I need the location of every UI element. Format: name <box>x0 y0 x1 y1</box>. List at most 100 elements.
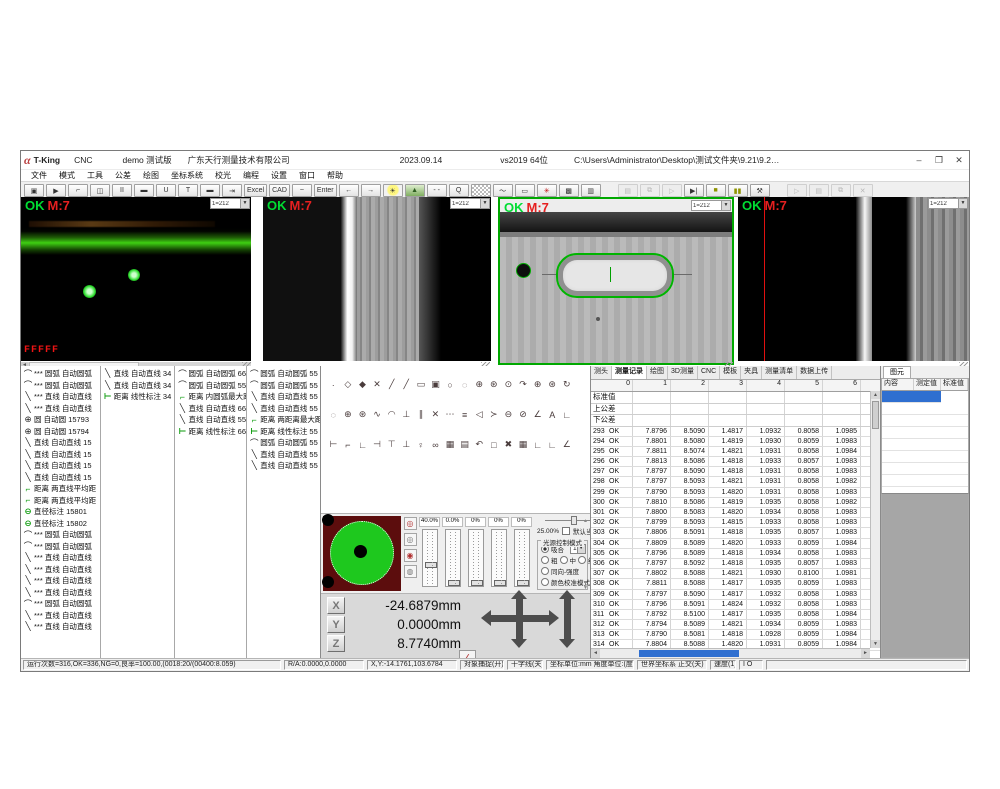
tab-elements[interactable]: 图元 <box>883 366 911 378</box>
measure-item[interactable]: ╲直线 自动直线 15 <box>21 437 100 449</box>
tool-icon[interactable]: ⌐ <box>341 438 356 451</box>
table-row[interactable]: 293OK7.87968.50901.48171.09320.80581.098… <box>591 427 880 437</box>
tool-icon[interactable]: ⊤ <box>384 438 399 451</box>
tool-icon[interactable]: ∟ <box>355 438 370 451</box>
camera-view-4[interactable]: OKM:7 1=212▼ <box>738 197 969 361</box>
tool-icon[interactable]: ⊥ <box>399 408 414 421</box>
table-row[interactable]: 300OK7.88108.50861.48191.09350.80581.098… <box>591 498 880 508</box>
camera-view-2[interactable]: OKM:7 1=212▼ <box>263 197 491 361</box>
chart-button[interactable]: ▥ <box>581 184 601 197</box>
measure-item[interactable]: ⌐距离 两距离最大距 <box>247 414 320 426</box>
tool-icon[interactable]: ⋯ <box>443 408 458 421</box>
menu-item-9[interactable]: 设置 <box>265 170 293 181</box>
measure-item[interactable]: ╲直线 自动直线 55 <box>247 449 320 461</box>
tool-icon[interactable]: ∥ <box>414 408 429 421</box>
measure-item[interactable]: ╲*** 直线 自动直线 <box>21 621 100 633</box>
measure-item[interactable]: ╲直线 自动直线 34 <box>101 380 175 392</box>
wave-button[interactable]: 〜 <box>493 184 513 197</box>
options-scroll-arrows[interactable]: ▲▼ <box>582 518 589 591</box>
measure-item[interactable]: ⌒*** 圆弧 自动圆弧 <box>21 541 100 553</box>
menu-item-5[interactable]: 绘图 <box>137 170 165 181</box>
menu-item-1[interactable]: 文件 <box>25 170 53 181</box>
minimize-button[interactable]: – <box>909 155 929 165</box>
table-row[interactable]: 296OK7.88138.50861.48181.09330.80571.098… <box>591 457 880 467</box>
light-slider-thumb[interactable] <box>494 580 506 586</box>
measure-item[interactable]: ╲*** 直线 自动直线 <box>21 564 100 576</box>
measure-item[interactable]: ⌐距离 两直线平均距 <box>21 495 100 507</box>
dither-button[interactable]: ▩ <box>559 184 579 197</box>
measure-item[interactable]: ╲直线 自动直线 55 <box>247 391 320 403</box>
tab-9[interactable]: 数据上传 <box>797 366 832 379</box>
tool-icon[interactable]: ⊥ <box>399 438 414 451</box>
tool-icon[interactable]: ⊛ <box>487 378 502 391</box>
tool-icon[interactable]: ∿ <box>370 408 385 421</box>
measure-item[interactable]: ⌒*** 圆弧 自动圆弧 <box>21 598 100 610</box>
camera2-zoom-dropdown[interactable]: 1=212▼ <box>450 198 490 209</box>
table-row[interactable]: 309OK7.87978.50901.48171.09320.80581.098… <box>591 590 880 600</box>
table-row[interactable]: 305OK7.87968.50891.48181.09340.80581.098… <box>591 549 880 559</box>
menu-item-11[interactable]: 帮助 <box>321 170 349 181</box>
close-button[interactable]: ✕ <box>949 155 969 166</box>
tool-icon[interactable]: ↷ <box>516 378 531 391</box>
elements-empty-row[interactable] <box>882 427 968 439</box>
tool-icon[interactable]: ✕ <box>428 408 443 421</box>
image-mode-button[interactable]: ▲ <box>405 184 425 197</box>
menu-item-7[interactable]: 校光 <box>209 170 237 181</box>
measure-item[interactable]: ⊢距离 线性标注 55 <box>247 426 320 438</box>
restore-button[interactable]: ❐ <box>929 155 949 166</box>
excel-export-button[interactable]: Excel <box>244 184 267 197</box>
z-axis-button[interactable]: Z <box>327 635 345 652</box>
medium-radio[interactable] <box>560 556 568 564</box>
scroll-left-icon[interactable]: ◄ <box>591 649 600 658</box>
tool-icon[interactable]: ♀ <box>414 438 429 451</box>
tab-1[interactable]: 测头 <box>591 366 612 379</box>
tool-icon[interactable]: ⊢ <box>326 438 341 451</box>
measure-item[interactable]: ╲*** 直线 自动直线 <box>21 391 100 403</box>
tool-icon[interactable]: ▦ <box>516 438 531 451</box>
table-row[interactable]: 295OK7.88118.50741.48211.09310.80581.098… <box>591 447 880 457</box>
measure-item[interactable]: ⊖直径标注 15801 <box>21 506 100 518</box>
measure-item[interactable]: ╲直线 自动直线 34 <box>101 368 175 380</box>
dash-button[interactable]: - - <box>427 184 447 197</box>
table-row[interactable]: 304OK7.88098.50891.48201.09330.80591.098… <box>591 539 880 549</box>
tab-4[interactable]: 3D测量 <box>668 366 698 379</box>
tab-6[interactable]: 模板 <box>720 366 741 379</box>
menu-item-4[interactable]: 公差 <box>109 170 137 181</box>
light-slider-track[interactable] <box>445 529 461 587</box>
table-row[interactable]: 303OK7.88068.50911.48181.09350.80571.098… <box>591 528 880 538</box>
cad-export-button[interactable]: CAD <box>269 184 290 197</box>
tool-icon[interactable]: ∟ <box>545 438 560 451</box>
measure-item[interactable]: ⌒圆弧 自动圆弧 66 <box>175 368 246 380</box>
tool-icon[interactable]: ≡ <box>457 408 472 421</box>
table-row[interactable]: 301OK7.88008.50831.48201.09340.80581.098… <box>591 508 880 518</box>
measure-item[interactable]: ╲直线 自动直线 55 <box>247 403 320 415</box>
tool-icon[interactable]: ↻ <box>560 378 575 391</box>
direction-radio[interactable] <box>541 567 549 575</box>
measure-item[interactable]: ⊕圆 自动圆 15794 <box>21 426 100 438</box>
elements-empty-row[interactable] <box>882 475 968 487</box>
segment-light-icon[interactable]: ◉ <box>404 549 417 562</box>
elements-empty-row[interactable] <box>882 439 968 451</box>
tab-8[interactable]: 测量清单 <box>762 366 797 379</box>
measure-item[interactable]: ⊕圆 自动圆 15793 <box>21 414 100 426</box>
tolerance-label-row[interactable]: 上公差 <box>591 404 880 416</box>
table-row[interactable]: 302OK7.87998.50931.48151.09330.80581.098… <box>591 518 880 528</box>
measure-item[interactable]: ⌒圆弧 自动圆弧 55 <box>175 380 246 392</box>
tool-icon[interactable]: ▦ <box>443 438 458 451</box>
light-slider-thumb[interactable] <box>517 580 529 586</box>
camera-view-1[interactable]: OKM:7 1=212▼ FFFFF <box>21 197 251 361</box>
arrow-right-button[interactable]: → <box>361 184 381 197</box>
scroll-right-icon[interactable]: ► <box>861 649 870 658</box>
zoom-select-button[interactable]: Q <box>449 184 469 197</box>
open-run-button[interactable]: ▶ <box>46 184 66 197</box>
tool-icon[interactable]: ⊘ <box>516 408 531 421</box>
measure-item[interactable]: ⊢距离 线性标注 34 <box>101 391 175 403</box>
elements-selected-row[interactable] <box>882 391 941 403</box>
measure-item[interactable]: ⌒圆弧 自动圆弧 55 <box>247 380 320 392</box>
light-slider-track[interactable] <box>514 529 530 587</box>
blank-button[interactable]: ▭ <box>515 184 535 197</box>
table-horizontal-scrollbar[interactable]: ◄ ► <box>591 648 870 658</box>
tool-icon[interactable]: ▭ <box>414 378 429 391</box>
scroll-up-icon[interactable]: ▲ <box>871 391 880 399</box>
scroll-down-icon[interactable]: ▼ <box>871 640 880 648</box>
